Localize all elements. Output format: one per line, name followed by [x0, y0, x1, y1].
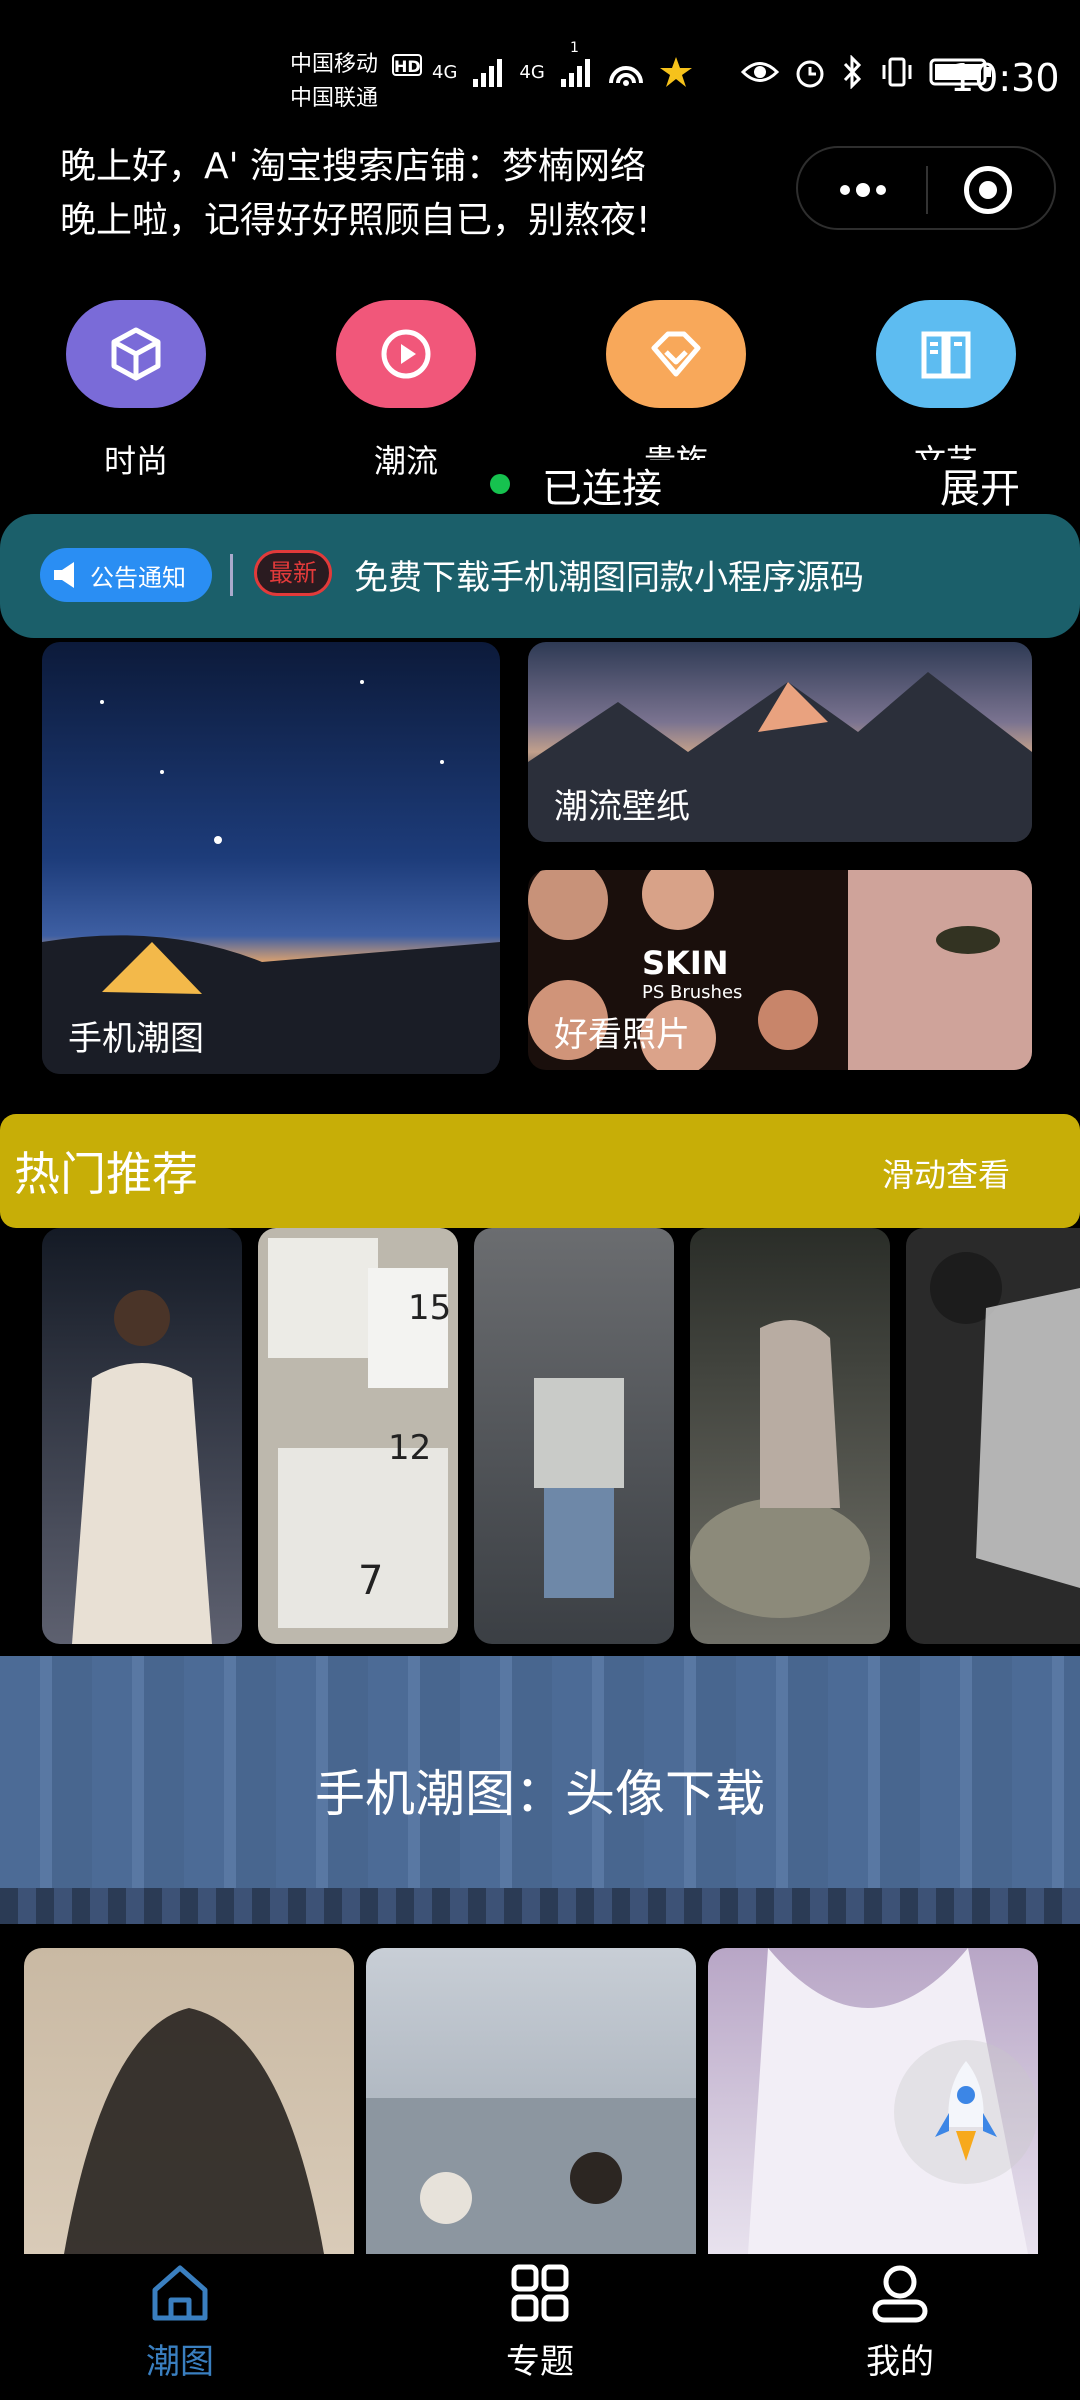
home-icon: [152, 2265, 208, 2321]
hd-badge: HD: [392, 54, 422, 76]
calendar-number: 7: [358, 1558, 384, 1604]
carrier-1: 中国移动: [290, 52, 379, 77]
woman-hat-image: [690, 1320, 870, 1618]
feature-label-large: 手机潮图: [68, 1019, 204, 1059]
eye-icon: [740, 62, 779, 82]
feature-card-trend-wallpaper[interactable]: 潮流壁纸: [528, 642, 1032, 842]
skin-subtitle: PS Brushes: [642, 982, 743, 1003]
skin-title: SKIN: [642, 944, 729, 982]
notice-divider: [230, 554, 233, 596]
category-label: 时尚: [103, 442, 168, 480]
avatar-download-banner[interactable]: 手机潮图：头像下载: [0, 1656, 1080, 1924]
greeting-line-2: 晚上啦，记得好好照顾自已，别熬夜!: [60, 200, 651, 241]
new-badge: 最新: [254, 550, 332, 596]
couple-veil-image: [930, 1252, 1080, 1588]
tab-home[interactable]: 潮图: [80, 2262, 280, 2383]
category-noble[interactable]: 贵族: [586, 300, 766, 482]
connection-status: 已连接: [542, 466, 662, 512]
capsule-divider: [926, 166, 928, 214]
connected-status-dot: [490, 474, 510, 494]
hot-recommend-header: 热门推荐 滑动查看: [0, 1114, 1080, 1228]
rocket-icon: [935, 2061, 997, 2161]
cube-icon: [66, 300, 206, 408]
status-time: 10:30: [950, 56, 1060, 100]
back-to-top-button[interactable]: [894, 2040, 1038, 2184]
hot-thumb-2[interactable]: 15 12 7: [258, 1228, 458, 1644]
notice-badge: 公告通知: [40, 548, 212, 602]
carrier-2: 中国联通: [290, 86, 379, 111]
tab-mine[interactable]: 我的: [800, 2262, 1000, 2383]
veil-woman-image: [64, 2008, 324, 2254]
bride-back-image: [72, 1290, 212, 1644]
feature-card-phone-wallpaper[interactable]: 手机潮图: [42, 642, 500, 1074]
status-bar: 中国移动 中国联通 HD 4G 4G 1 10:30: [0, 0, 1080, 140]
signal-icon: [473, 59, 503, 87]
hot-thumb-4[interactable]: [690, 1228, 890, 1644]
play-icon: [336, 300, 476, 408]
calendar-number: 15: [408, 1288, 452, 1328]
close-miniprogram-button[interactable]: [964, 166, 1012, 214]
grid-icon: [511, 2264, 569, 2322]
gallery-photo-1[interactable]: [24, 1948, 354, 2254]
greeting-line-1: 晚上好，A' 淘宝搜索店铺：梦楠网络: [60, 146, 646, 187]
hot-title: 热门推荐: [14, 1147, 198, 1201]
notice-badge-label: 公告通知: [90, 563, 186, 592]
tab-label: 潮图: [146, 2342, 214, 2382]
user-icon: [872, 2265, 928, 2323]
tab-label: 专题: [506, 2342, 574, 2382]
street-person-image: [534, 1378, 624, 1598]
status-icons: 4G 4G: [432, 55, 993, 89]
greeting: 晚上好，A' 淘宝搜索店铺：梦楠网络 晚上啦，记得好好照顾自已，别熬夜!: [60, 140, 650, 248]
couple-beach-image: [366, 2098, 696, 2254]
more-menu-button[interactable]: [828, 166, 898, 214]
swipe-hint[interactable]: 滑动查看: [882, 1150, 1010, 1196]
expand-button[interactable]: 展开: [940, 456, 1020, 514]
signal-icon-2: [560, 59, 590, 87]
feature-label-bottom-right: 好看照片: [554, 1015, 690, 1055]
hotspot-icon: [608, 66, 643, 86]
feature-label-top-right: 潮流壁纸: [554, 787, 690, 827]
carrier-labels: 中国移动 中国联通: [290, 48, 378, 116]
miniprogram-capsule: [796, 146, 1056, 230]
hotspot-badge: 1: [570, 40, 579, 56]
banner-title: 手机潮图：头像下载: [315, 1765, 765, 1823]
book-icon: [876, 300, 1016, 408]
category-fashion[interactable]: 时尚: [46, 300, 226, 482]
notice-text: 免费下载手机潮图同款小程序源码: [354, 558, 864, 598]
vibrate-icon: [882, 57, 912, 87]
megaphone-icon: [54, 562, 74, 588]
notice-bar[interactable]: 公告通知 最新 免费下载手机潮图同款小程序源码: [0, 514, 1080, 638]
diamond-icon: [606, 300, 746, 408]
alarm-icon: [796, 60, 824, 88]
calendar-number: 12: [388, 1428, 432, 1468]
tab-label: 我的: [866, 2342, 934, 2382]
star-icon: [659, 57, 692, 87]
network-4g-1: 4G: [432, 61, 458, 83]
hot-thumb-5[interactable]: [906, 1228, 1080, 1644]
hot-thumb-1[interactable]: [42, 1228, 242, 1644]
night-sky-tent-image: [42, 680, 500, 1074]
bluetooth-icon: [843, 55, 861, 89]
category-trend[interactable]: 潮流: [316, 300, 496, 482]
feature-card-nice-photos[interactable]: SKIN PS Brushes 好看照片: [528, 870, 1032, 1070]
gallery-photo-2[interactable]: [366, 1948, 696, 2254]
tab-topics[interactable]: 专题: [440, 2262, 640, 2383]
hot-thumb-3[interactable]: [474, 1228, 674, 1644]
network-4g-2: 4G: [519, 61, 545, 83]
category-literary[interactable]: 文艺: [856, 300, 1036, 482]
